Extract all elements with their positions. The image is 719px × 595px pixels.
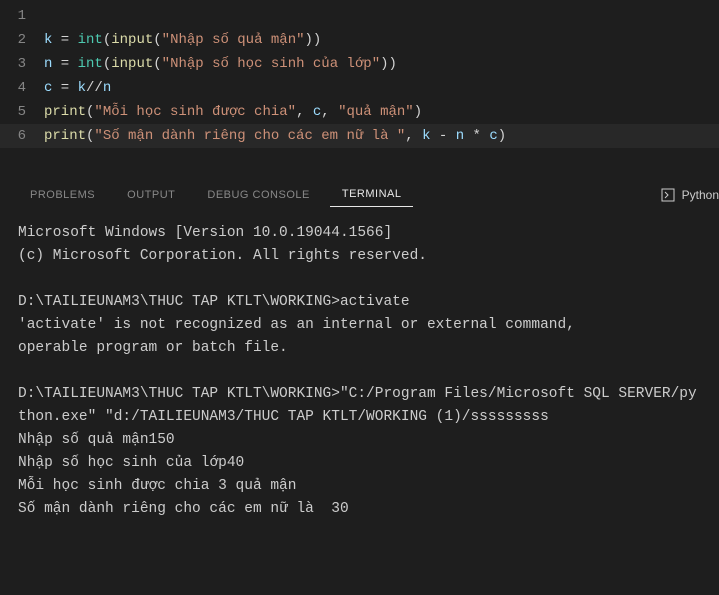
code-content: c = k//n [44, 76, 111, 100]
code-content: print("Số mận dành riêng cho các em nữ l… [44, 124, 506, 148]
code-content: n = int(input("Nhập số học sinh của lớp"… [44, 52, 397, 76]
terminal-selector[interactable]: Python [660, 187, 719, 203]
line-number: 6 [0, 124, 44, 148]
line-number: 2 [0, 28, 44, 52]
tab-debug-console[interactable]: DEBUG CONSOLE [195, 183, 321, 207]
terminal-output[interactable]: Microsoft Windows [Version 10.0.19044.15… [0, 208, 719, 535]
code-line[interactable]: 1 [0, 4, 719, 28]
line-number: 5 [0, 100, 44, 124]
code-content: print("Mỗi học sinh được chia", c, "quả … [44, 100, 422, 124]
line-number: 3 [0, 52, 44, 76]
code-line[interactable]: 4c = k//n [0, 76, 719, 100]
terminal-block: D:\TAILIEUNAM3\THUC TAP KTLT\WORKING>act… [18, 291, 701, 360]
terminal-block: D:\TAILIEUNAM3\THUC TAP KTLT\WORKING>"C:… [18, 383, 701, 521]
tab-output[interactable]: OUTPUT [115, 183, 187, 207]
tab-problems[interactable]: PROBLEMS [18, 183, 107, 207]
terminal-block: Microsoft Windows [Version 10.0.19044.15… [18, 222, 701, 268]
code-line[interactable]: 2k = int(input("Nhập số quả mận")) [0, 28, 719, 52]
code-line[interactable]: 3n = int(input("Nhập số học sinh của lớp… [0, 52, 719, 76]
code-editor[interactable]: 12k = int(input("Nhập số quả mận"))3n = … [0, 0, 719, 152]
code-line[interactable]: 5print("Mỗi học sinh được chia", c, "quả… [0, 100, 719, 124]
code-line[interactable]: 6print("Số mận dành riêng cho các em nữ … [0, 124, 719, 148]
line-number: 1 [0, 4, 44, 28]
terminal-selector-label: Python [682, 188, 719, 202]
launch-icon [660, 187, 676, 203]
code-content: k = int(input("Nhập số quả mận")) [44, 28, 321, 52]
line-number: 4 [0, 76, 44, 100]
panel-tabs: PROBLEMS OUTPUT DEBUG CONSOLE TERMINAL P… [0, 172, 719, 208]
tab-terminal[interactable]: TERMINAL [330, 182, 414, 207]
